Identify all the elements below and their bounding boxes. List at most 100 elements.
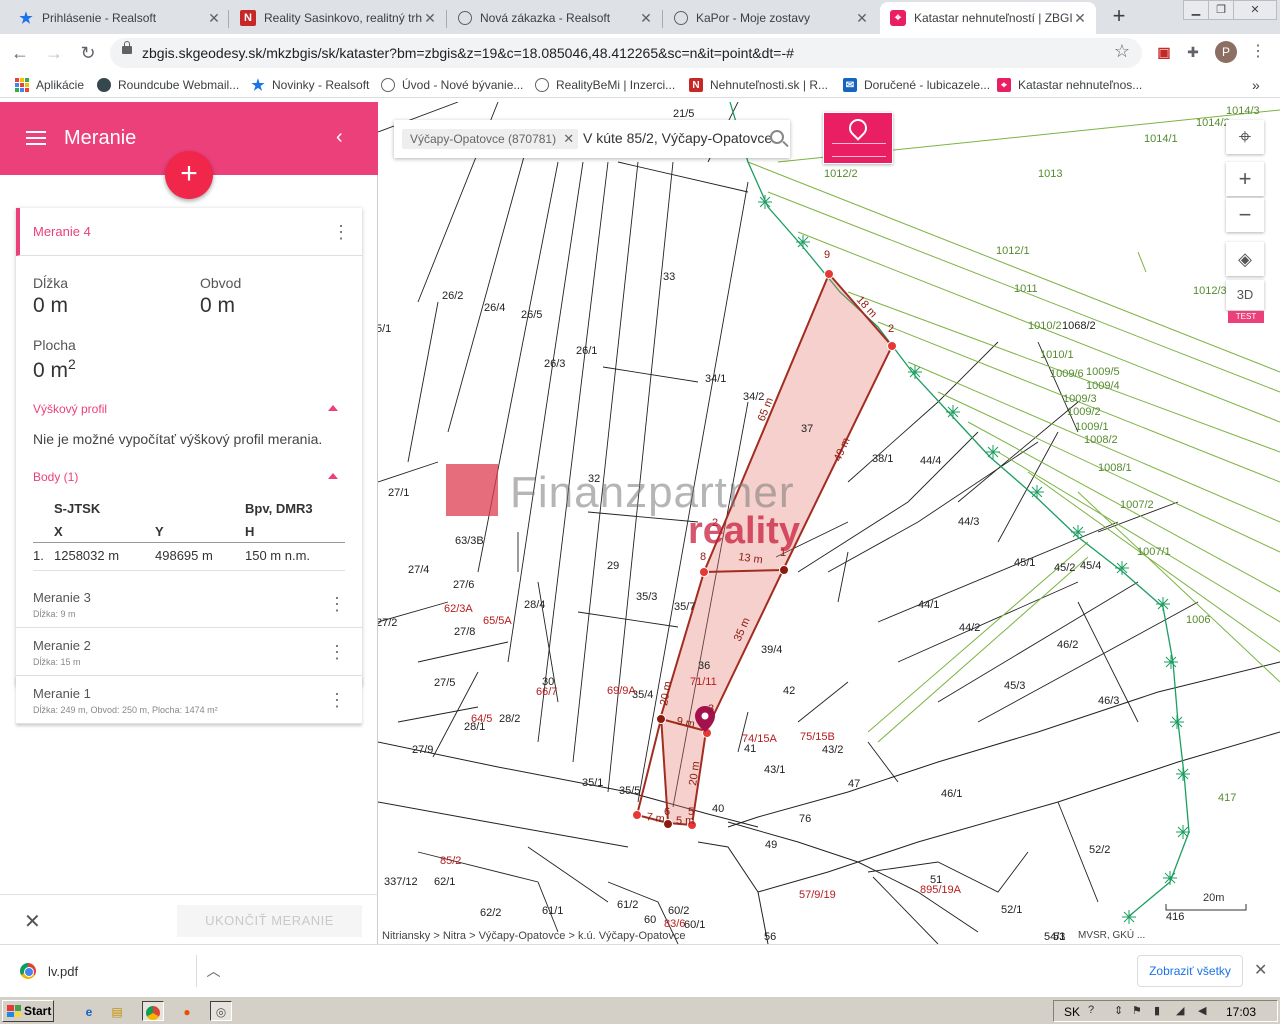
parcel-label[interactable]: 37 — [801, 423, 813, 435]
parcel-label[interactable]: 43/2 — [822, 744, 843, 756]
ie-icon[interactable]: e — [78, 1001, 100, 1021]
parcel-label[interactable]: 39/4 — [761, 644, 782, 656]
close-tab-icon[interactable]: ✕ — [638, 10, 654, 26]
parcel-label[interactable]: 45/1 — [1014, 557, 1035, 569]
parcel-label[interactable]: 44/2 — [959, 622, 980, 634]
parcel-label[interactable]: 43/1 — [764, 764, 785, 776]
bookmark-item[interactable]: ⌖ Katastar nehnuteľnos... — [997, 76, 1142, 94]
parcel-label[interactable]: 34/2 — [743, 391, 764, 403]
maximize-icon[interactable]: ❐ — [1208, 0, 1234, 20]
parcel-label[interactable]: 1011 — [1014, 283, 1038, 295]
signal-icon[interactable]: ◢ — [1176, 1004, 1184, 1017]
parcel-label[interactable]: 28/4 — [524, 599, 545, 611]
chevron-up-icon[interactable]: ︿ — [196, 955, 230, 987]
parcel-label[interactable]: 29 — [607, 560, 619, 572]
flag-icon[interactable]: ⚑ — [1132, 1004, 1142, 1017]
extension-icon[interactable]: ▣ — [1154, 42, 1174, 62]
parcel-label[interactable]: 26/4 — [484, 302, 505, 314]
parcel-label[interactable]: 26/1 — [576, 345, 597, 357]
bookmark-item[interactable]: Úvod - Nové bývanie... — [381, 76, 523, 94]
parcel-label[interactable]: 35/4 — [632, 689, 653, 701]
help-icon[interactable]: ? — [1088, 1004, 1094, 1016]
zoom-out-icon[interactable]: − — [1226, 198, 1264, 232]
firefox-icon[interactable]: ● — [176, 1001, 198, 1021]
close-tab-icon[interactable]: ✕ — [422, 10, 438, 26]
more-options-icon[interactable]: ⋮ — [332, 222, 350, 242]
parcel-label[interactable]: 895/19A — [920, 884, 962, 896]
parcel-label[interactable]: 61/2 — [617, 899, 638, 911]
parcel-label[interactable]: 27/9 — [412, 744, 433, 756]
parcel-label[interactable]: 62/3A — [444, 603, 473, 615]
parcel-label[interactable]: 44/1 — [918, 599, 939, 611]
collapse-arrow-icon[interactable] — [328, 473, 338, 479]
parcel-label[interactable]: 75/15B — [800, 731, 835, 743]
volume-icon[interactable]: ◀ — [1198, 1004, 1206, 1017]
bookmark-item[interactable]: RealityBeMi | Inzerci... — [535, 76, 675, 94]
parcel-label[interactable]: 21/5 — [673, 108, 694, 120]
parcel-label[interactable]: 5/1 — [378, 323, 391, 335]
parcel-label[interactable]: 36 — [698, 660, 710, 672]
parcel-label[interactable]: 46/3 — [1098, 695, 1119, 707]
parcel-label[interactable]: 1014/2 — [1196, 117, 1230, 129]
parcel-label[interactable]: 27/2 — [378, 617, 397, 629]
bookmark-item[interactable]: Aplikácie — [15, 76, 84, 94]
parcel-label[interactable]: 76 — [799, 813, 811, 825]
map-canvas[interactable]: 21/5 33 26/2 26/4 26/5 26/1 26/3 5/1 34/1 34/2 37 3… — [378, 102, 1280, 944]
parcel-label[interactable]: 35/5 — [619, 785, 640, 797]
parcel-label[interactable]: 47 — [848, 778, 860, 790]
parcel-label[interactable]: 35/3 — [636, 591, 657, 603]
close-tab-icon[interactable]: ✕ — [1072, 10, 1088, 26]
kataster-logo[interactable] — [823, 112, 893, 164]
parcel-label[interactable]: 28/1 — [464, 721, 485, 733]
parcel-label[interactable]: 1014/3 — [1226, 105, 1260, 117]
parcel-label[interactable]: 44/4 — [920, 455, 941, 467]
bookmark-item[interactable]: ✉ Doručené - lubicazele... — [843, 76, 990, 94]
parcel-label[interactable]: 1012/2 — [824, 168, 858, 180]
minimize-icon[interactable]: ▁ — [1183, 0, 1209, 20]
parcel-label[interactable]: 60/1 — [684, 919, 705, 931]
close-measurement-icon[interactable]: ✕ — [24, 909, 41, 934]
cadastral-map[interactable]: 21/5 33 26/2 26/4 26/5 26/1 26/3 5/1 34/1 34/2 37 3… — [378, 102, 1280, 944]
address-bar[interactable]: zbgis.skgeodesy.sk/mkzbgis/sk/kataster?b… — [110, 38, 1142, 68]
close-tab-icon[interactable]: ✕ — [206, 10, 222, 26]
parcel-label[interactable]: 45/2 — [1054, 562, 1075, 574]
browser-tab[interactable]: ★ Prihlásenie - Realsoft ✕ — [8, 2, 230, 34]
forward-icon[interactable]: → — [42, 41, 66, 65]
browser-tab[interactable]: N Reality Sasinkovo, realitný trh n ✕ — [230, 2, 446, 34]
bookmark-star-icon[interactable]: ☆ — [1114, 41, 1130, 62]
zoom-in-icon[interactable]: + — [1226, 162, 1264, 196]
parcel-label[interactable]: 337/12 — [384, 876, 418, 888]
start-button[interactable]: Start — [2, 1000, 54, 1022]
parcel-label[interactable]: 42 — [783, 685, 795, 697]
parcel-label[interactable]: 417 — [1218, 792, 1236, 804]
collapse-arrow-icon[interactable] — [328, 405, 338, 411]
parcel-label[interactable]: 83/6 — [664, 918, 685, 930]
more-options-icon[interactable]: ⋮ — [328, 642, 346, 662]
tray-expand-icon[interactable]: ⇕ — [1114, 1004, 1123, 1017]
parcel-label[interactable]: 53 — [1053, 931, 1065, 943]
layers-icon[interactable]: ◈ — [1226, 242, 1264, 276]
back-icon[interactable]: ← — [8, 41, 32, 65]
parcel-label[interactable]: 27/6 — [453, 579, 474, 591]
download-item[interactable]: lv.pdf — [20, 963, 78, 979]
bookmark-item[interactable]: ★ Novinky - Realsoft — [251, 76, 369, 94]
parcel-label[interactable]: 1008/1 — [1098, 462, 1132, 474]
parcel-label[interactable]: 1014/1 — [1144, 133, 1178, 145]
parcel-label[interactable]: 27/8 — [454, 626, 475, 638]
parcel-label[interactable]: 27/5 — [434, 677, 455, 689]
bookmarks-overflow[interactable]: » — [1252, 76, 1260, 94]
parcel-label[interactable]: 1068/2 — [1062, 320, 1096, 332]
language-indicator[interactable]: SK — [1064, 1005, 1080, 1019]
parcel-label[interactable]: 35/1 — [582, 777, 603, 789]
finish-measurement-button[interactable]: UKONČIŤ MERANIE — [177, 905, 362, 937]
show-all-downloads-button[interactable]: Zobraziť všetky — [1137, 955, 1243, 987]
parcel-label[interactable]: 1009/2 — [1067, 406, 1101, 418]
parcel-label[interactable]: 1007/1 — [1137, 546, 1171, 558]
parcel-label[interactable]: 49 — [765, 839, 777, 851]
parcel-label[interactable]: 46/2 — [1057, 639, 1078, 651]
parcel-label[interactable]: 60/2 — [668, 905, 689, 917]
reload-icon[interactable]: ↻ — [76, 41, 100, 65]
parcel-label[interactable]: 44/3 — [958, 516, 979, 528]
parcel-label[interactable]: 1010/1 — [1040, 349, 1074, 361]
locate-icon[interactable]: ⌖ — [1226, 120, 1264, 154]
